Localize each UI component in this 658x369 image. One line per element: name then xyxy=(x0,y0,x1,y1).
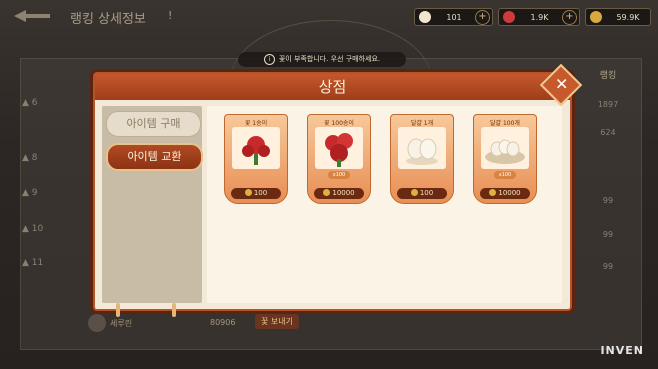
player-score: 80906 xyxy=(210,318,236,327)
quantity-tag: x100 xyxy=(328,171,350,179)
tab-item-purchase[interactable]: 아이템 구매 xyxy=(106,111,201,137)
info-icon[interactable]: ! xyxy=(168,9,172,22)
rank-row: ▲ 6 xyxy=(22,98,38,108)
egg-basket-icon xyxy=(481,127,529,169)
rank-column-header: 랭킹 xyxy=(599,71,617,81)
item-price: 100 xyxy=(397,188,447,199)
rank-row: ▲ 11 xyxy=(22,258,44,268)
watermark: INVEN xyxy=(600,344,644,357)
back-arrow-icon[interactable] xyxy=(12,8,52,24)
shortage-notice: i 꽃이 부족합니다. 우선 구매하세요. xyxy=(238,52,406,67)
item-grid: 꽃 1송이 100 꽃 100송이 x100 10000 달걀 1개 100 달… xyxy=(207,106,562,303)
item-name: 달걀 1개 xyxy=(410,120,434,127)
item-price: 10000 xyxy=(480,188,530,199)
add-egg-button[interactable]: + xyxy=(475,9,490,25)
info-circle-icon: i xyxy=(263,54,275,65)
resource-flower: 1.9K + xyxy=(498,8,580,26)
send-flower-button[interactable]: 꽃 보내기 xyxy=(255,314,299,329)
gold-icon xyxy=(590,11,602,23)
item-card-flower-100[interactable]: 꽃 100송이 x100 10000 xyxy=(307,114,371,204)
flower-icon xyxy=(232,127,280,169)
egg-icon xyxy=(398,127,446,169)
rank-value: 624 xyxy=(600,128,616,137)
shop-sidebar: 아이템 구매 아이템 교환 xyxy=(102,106,203,317)
player-bar: 세루린 80906 꽃 보내기 xyxy=(80,310,580,334)
rank-value: 99 xyxy=(602,230,614,239)
coin-icon xyxy=(489,189,497,196)
close-icon: ✕ xyxy=(555,74,569,94)
resource-gold-value: 59.9K xyxy=(616,12,640,22)
egg-icon xyxy=(419,11,431,23)
ribbon-decoration xyxy=(116,303,120,317)
item-name: 달걀 100개 xyxy=(490,120,520,127)
rank-value: 99 xyxy=(602,196,614,205)
resource-gold: 59.9K xyxy=(585,8,651,26)
ribbon-decoration xyxy=(172,303,176,317)
item-price: 100 xyxy=(231,188,281,199)
coin-icon xyxy=(244,189,252,196)
flower-bouquet-icon xyxy=(315,127,363,169)
quantity-tag: x100 xyxy=(494,171,516,179)
item-price: 10000 xyxy=(314,188,364,199)
resource-egg-value: 101 xyxy=(446,12,462,22)
add-flower-button[interactable]: + xyxy=(562,9,577,25)
modal-title: 상점 xyxy=(95,74,570,100)
resource-flower-value: 1.9K xyxy=(530,12,549,22)
rank-row: ▲ 9 xyxy=(22,188,38,198)
avatar xyxy=(88,314,106,332)
item-card-egg-100[interactable]: 달걀 100개 x100 10000 xyxy=(473,114,537,204)
item-card-flower-1[interactable]: 꽃 1송이 100 xyxy=(224,114,288,204)
rank-value: 1897 xyxy=(597,100,619,109)
flower-icon xyxy=(503,11,515,23)
shop-modal: 상점 ✕ 아이템 구매 아이템 교환 꽃 1송이 100 꽃 100송이 x10… xyxy=(93,63,583,317)
player-name: 세루린 xyxy=(110,319,133,328)
page-title: 랭킹 상세정보 xyxy=(70,12,146,27)
rank-row: ▲ 8 xyxy=(22,153,38,163)
rank-row: ▲ 10 xyxy=(22,224,44,234)
item-card-egg-1[interactable]: 달걀 1개 100 xyxy=(390,114,454,204)
coin-icon xyxy=(323,189,331,196)
rank-value: 99 xyxy=(602,262,614,271)
item-name: 꽃 100송이 xyxy=(324,120,354,127)
tab-item-exchange[interactable]: 아이템 교환 xyxy=(106,143,203,171)
item-name: 꽃 1송이 xyxy=(244,120,268,127)
coin-icon xyxy=(410,189,418,196)
resource-egg: 101 + xyxy=(414,8,493,26)
